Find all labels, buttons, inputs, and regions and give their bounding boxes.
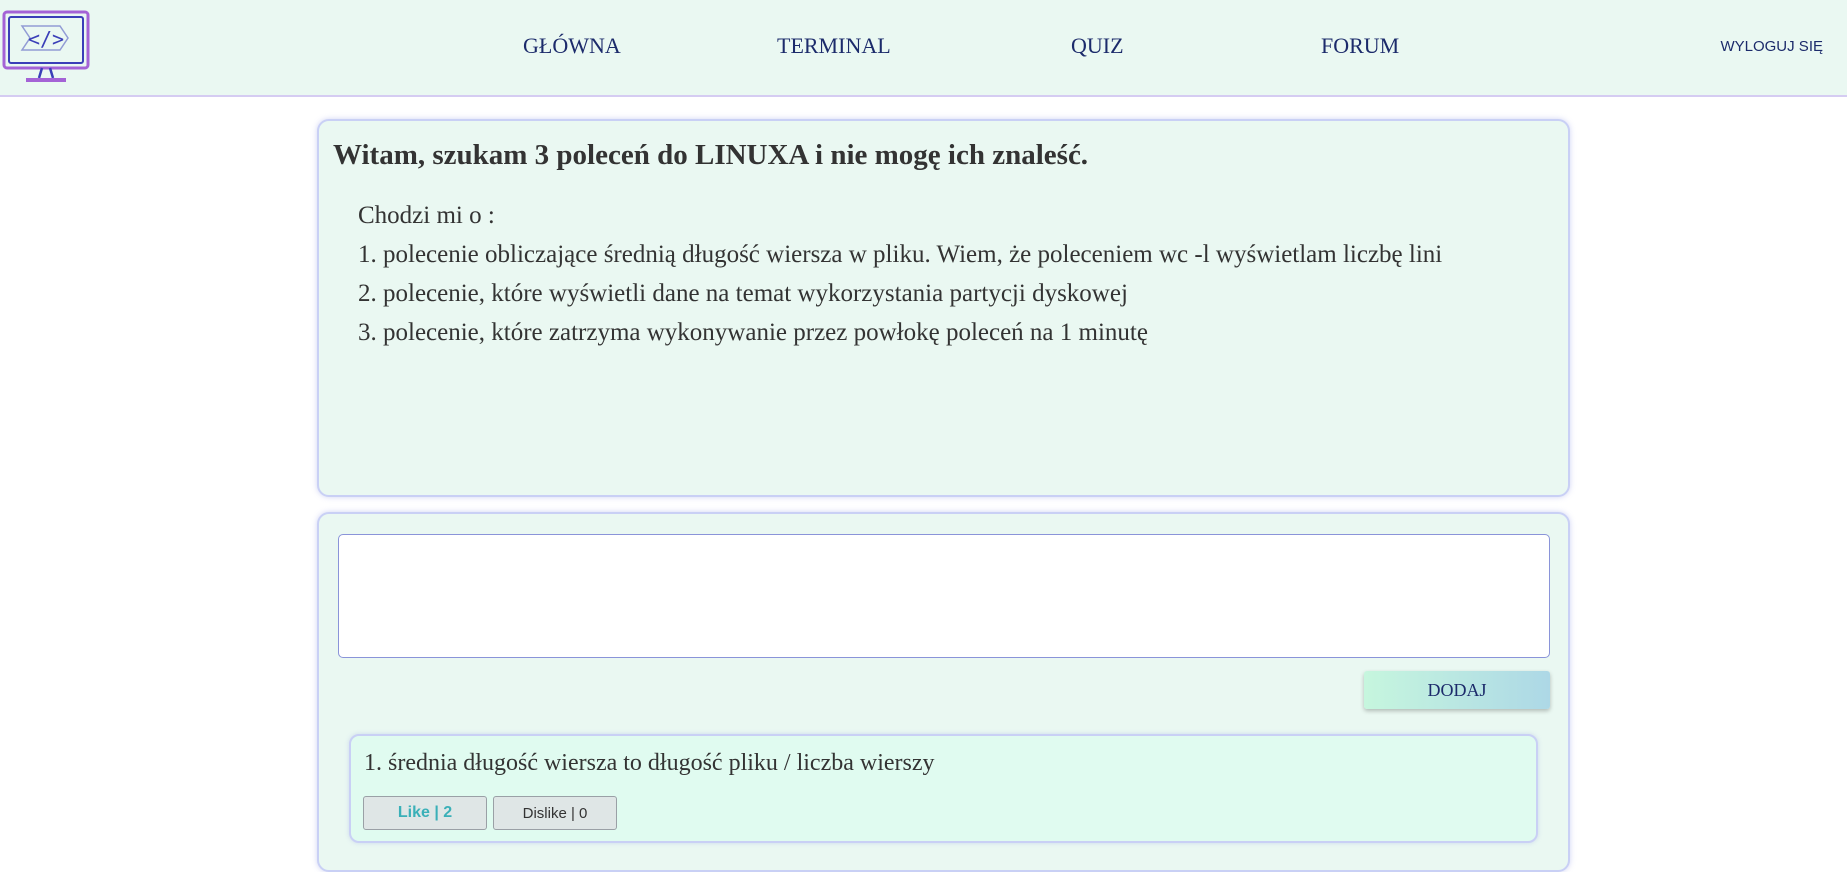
post-body-line: Chodzi mi o : — [358, 202, 495, 229]
comment-item: 1. średnia długość wiersza to długość pl… — [349, 734, 1538, 843]
post-body: Chodzi mi o : 1. polecenie obliczające ś… — [358, 196, 1442, 352]
post-title: Witam, szukam 3 poleceń do LINUXA i nie … — [333, 139, 1089, 171]
logout-link[interactable]: WYLOGUJ SIĘ — [1720, 38, 1823, 55]
post-body-line: 2. polecenie, które wyświetli dane na te… — [358, 280, 1128, 307]
top-navbar: </> GŁÓWNA TERMINAL QUIZ FORUM WYLOGUJ S… — [0, 0, 1847, 97]
nav-link-forum[interactable]: FORUM — [1321, 33, 1399, 59]
dislike-button[interactable]: Dislike | 0 — [493, 796, 617, 830]
nav-link-terminal[interactable]: TERMINAL — [777, 33, 891, 59]
nav-link-quiz[interactable]: QUIZ — [1071, 33, 1124, 59]
comment-input[interactable] — [338, 534, 1550, 658]
svg-text:</>: </> — [28, 27, 64, 51]
comments-section: DODAJ 1. średnia długość wiersza to dług… — [317, 512, 1570, 872]
code-monitor-icon[interactable]: </> — [2, 10, 90, 88]
forum-post-card: Witam, szukam 3 poleceń do LINUXA i nie … — [317, 119, 1570, 497]
post-body-line: 1. polecenie obliczające średnią długość… — [358, 241, 1443, 268]
comment-text: 1. średnia długość wiersza to długość pl… — [364, 750, 935, 776]
like-button[interactable]: Like | 2 — [363, 796, 487, 830]
post-body-line: 3. polecenie, które zatrzyma wykonywanie… — [358, 319, 1148, 346]
nav-link-glowna[interactable]: GŁÓWNA — [523, 33, 621, 59]
add-comment-button[interactable]: DODAJ — [1364, 671, 1550, 709]
